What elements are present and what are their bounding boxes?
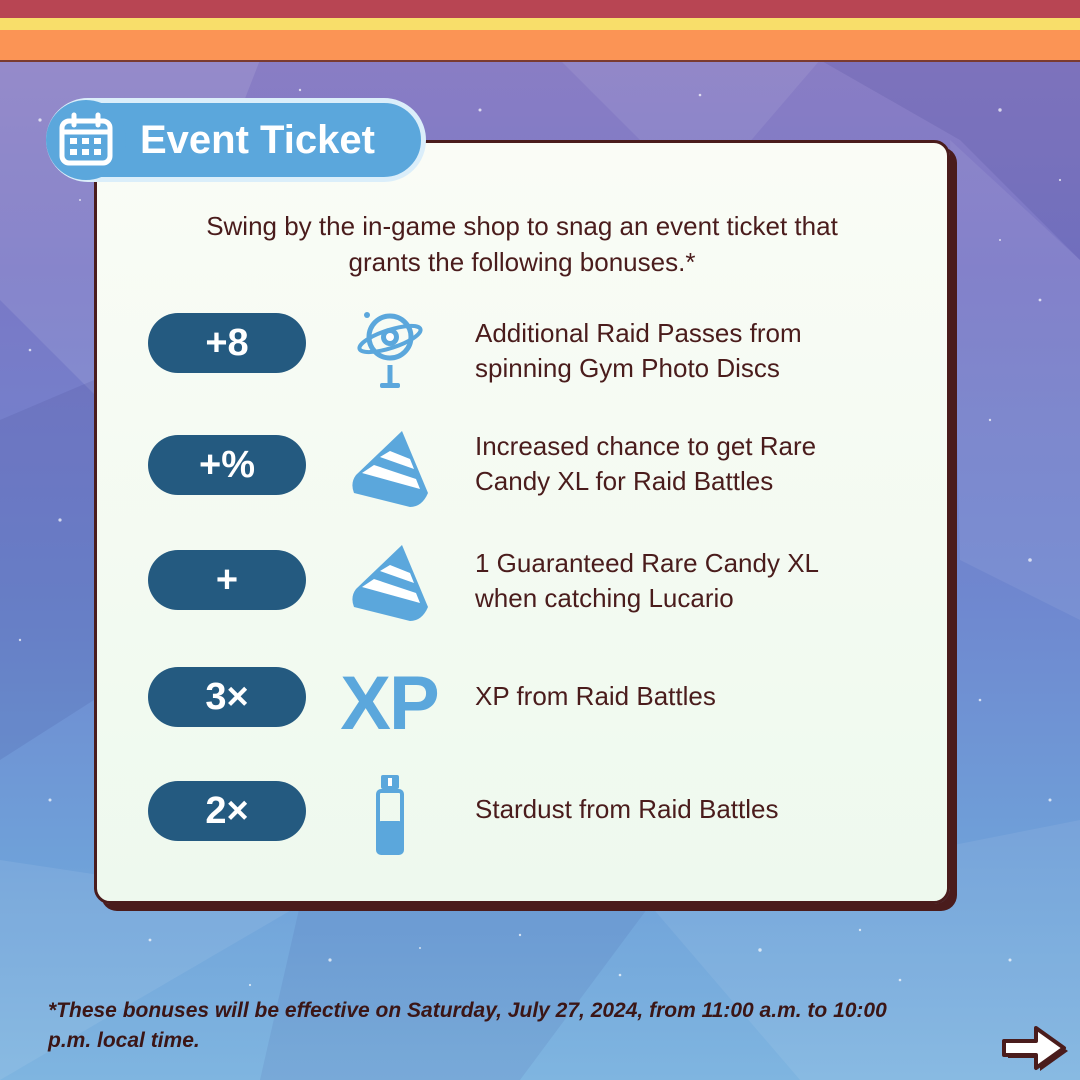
top-stripe-red (0, 0, 1080, 18)
bonus-value-pill: + (148, 550, 306, 610)
bonus-row: +8 Additional Raid Passes from spinning … (148, 310, 888, 390)
next-button[interactable] (996, 1020, 1072, 1072)
footnote: *These bonuses will be effective on Satu… (48, 999, 887, 1052)
rare-candy-xl-icon (330, 424, 450, 514)
intro-text: Swing by the in-game shop to snag an eve… (206, 211, 838, 277)
bonus-row: 3× XP XP from Raid Battles (148, 661, 888, 746)
bonus-description: XP from Raid Battles (475, 681, 716, 711)
stardust-icon (330, 770, 450, 860)
xp-icon: XP (324, 658, 454, 748)
calendar-icon (46, 100, 126, 180)
event-ticket-header: Event Ticket (46, 98, 426, 182)
bonus-value-pill: +8 (148, 313, 306, 373)
bonus-description: 1 Guaranteed Rare Candy XL when catching… (475, 548, 819, 613)
top-stripe-orange (0, 30, 1080, 62)
xp-icon-label: XP (340, 660, 439, 746)
bonus-row: 2× Stardust from Raid Battles (148, 775, 888, 858)
ticket-title: Event Ticket (140, 117, 375, 162)
bonus-row: +% Increased chance to get Rare Candy XL… (148, 431, 888, 512)
top-stripe-yellow (0, 18, 1080, 30)
bonus-value-pill: 3× (148, 667, 306, 727)
bonus-description: Additional Raid Passes from spinning Gym… (475, 318, 802, 383)
arrow-right-icon (1002, 1026, 1068, 1071)
bonus-value-pill: +% (148, 435, 306, 495)
bonus-row: + 1 Guaranteed Rare Candy XL when catchi… (148, 545, 888, 628)
bonus-description: Stardust from Raid Battles (475, 794, 779, 824)
bonus-value-pill: 2× (148, 781, 306, 841)
raid-pass-icon (330, 304, 450, 394)
rare-candy-xl-icon (330, 538, 450, 628)
bonus-description: Increased chance to get Rare Candy XL fo… (475, 431, 817, 496)
